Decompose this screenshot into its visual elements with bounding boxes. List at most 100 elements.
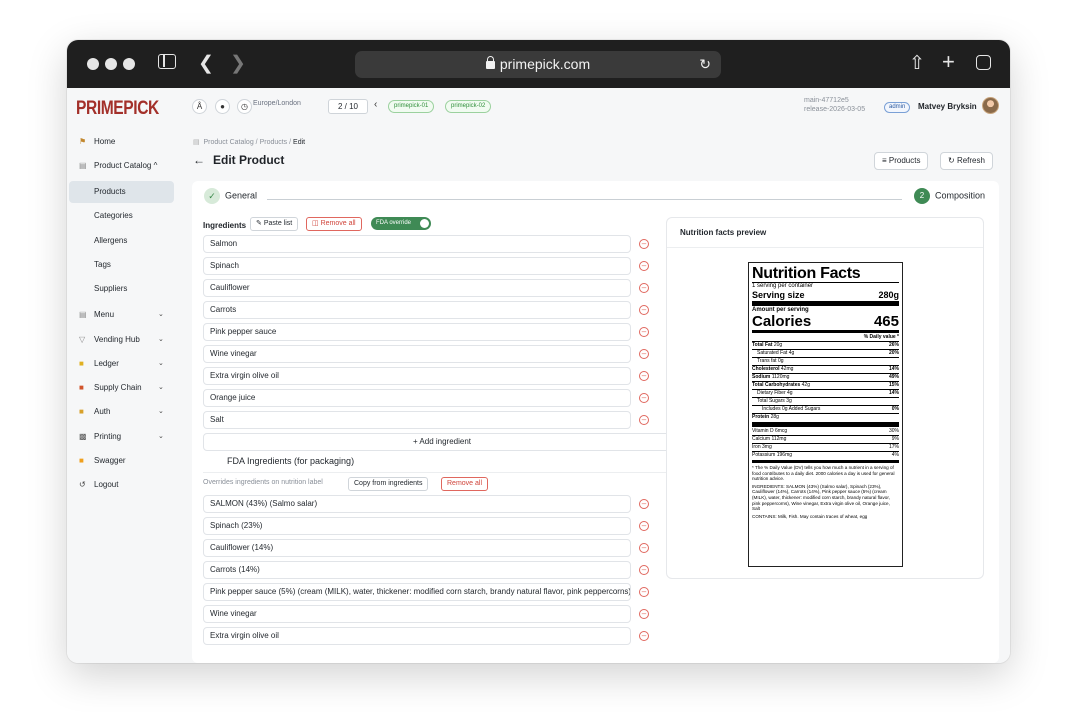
page-counter[interactable]: 2 / 10 [328,99,368,114]
nf-row: Trans fat 0g [752,357,899,365]
sidebar-item-allergens[interactable]: Allergens [94,236,127,245]
sidebar-item-menu[interactable]: ▤ Menu ⌄ [79,310,164,319]
chevron-down-icon: ⌄ [158,433,164,440]
app-logo[interactable]: PRIMEPICK [76,98,159,120]
back-icon[interactable]: ❮ [198,53,214,75]
trash-icon: ◫ [312,220,319,227]
nf-row: Total Sugars 3g [752,397,899,405]
remove-circle-icon[interactable]: – [639,415,649,425]
chevron-left-icon[interactable]: ‹ [374,99,377,110]
sidebar-item-categories[interactable]: Categories [94,211,133,220]
sidebar-toggle-icon[interactable] [158,54,176,69]
remove-circle-icon[interactable]: – [639,305,649,315]
reload-icon[interactable]: ↻ [699,51,711,78]
sidebar-item-printing[interactable]: ▩ Printing ⌄ [79,432,164,441]
remove-circle-icon[interactable]: – [639,283,649,293]
pencil-icon: ✎ [256,220,262,227]
env-chip-1[interactable]: primepick-01 [388,100,435,113]
user-name[interactable]: Matvey Bryksin [918,102,977,111]
user-switch-icon[interactable]: Å [192,99,207,114]
breadcrumb-products[interactable]: Products [260,139,288,146]
clock-icon[interactable]: ◷ [237,99,252,114]
sidebar-item-product-catalog[interactable]: ▤ Product Catalog ^ [79,161,157,170]
sidebar-item-ledger[interactable]: ■ Ledger ⌄ [79,359,164,368]
remove-circle-icon[interactable]: – [639,371,649,381]
sidebar-item-products[interactable]: Products [94,187,126,196]
remove-circle-icon[interactable]: – [639,349,649,359]
add-ingredient-button[interactable]: + Add ingredient [203,433,681,451]
remove-circle-icon[interactable]: – [639,393,649,403]
fda-ingredient-input[interactable]: Carrots (14%) [203,561,631,579]
fda-ingredient-input[interactable]: Pink pepper sauce (5%) (cream (MILK), wa… [203,583,631,601]
sidebar-item-vending-hub[interactable]: ▽ Vending Hub ⌄ [79,335,164,344]
vending-icon: ▽ [79,335,86,344]
preview-title: Nutrition facts preview [680,228,767,237]
tab-overview-icon[interactable] [976,55,991,70]
env-chip-2[interactable]: primepick-02 [445,100,492,113]
step-composition[interactable]: 2 Composition [914,188,985,204]
fda-ingredient-input[interactable]: Extra virgin olive oil [203,627,631,645]
sidebar-item-swagger[interactable]: ■ Swagger [79,456,126,465]
sidebar-item-suppliers[interactable]: Suppliers [94,284,127,293]
ingredient-input[interactable]: Salt [203,411,631,429]
sidebar-item-auth[interactable]: ■ Auth ⌄ [79,407,164,416]
nf-row: Protein 28g [752,413,899,421]
sidebar-item-supply-chain[interactable]: ■ Supply Chain ⌄ [79,383,164,392]
new-tab-icon[interactable]: + [942,51,955,73]
fda-ingredient-input[interactable]: SALMON (43%) (Salmo salar) [203,495,631,513]
paste-list-button[interactable]: ✎ Paste list [250,217,299,231]
menu-icon: ▤ [79,310,87,319]
ingredient-input[interactable]: Orange juice [203,389,631,407]
fda-override-toggle[interactable]: FDA override [371,217,431,230]
sidebar-item-home[interactable]: ⚑ Home [79,137,115,146]
close-window-button[interactable] [87,58,99,70]
step-general[interactable]: ✓ General [204,188,257,204]
sidebar-item-tags[interactable]: Tags [94,260,111,269]
remove-circle-icon[interactable]: – [639,609,649,619]
forward-icon[interactable]: ❯ [230,53,246,75]
remove-all-fda-button[interactable]: Remove all [441,477,489,491]
copy-from-ingredients-button[interactable]: Copy from ingredients [348,477,429,491]
fda-ingredient-input[interactable]: Wine vinegar [203,605,631,623]
sidebar-item-logout[interactable]: ↺ Logout [79,480,118,489]
avatar[interactable] [982,97,999,114]
remove-circle-icon[interactable]: – [639,327,649,337]
remove-circle-icon[interactable]: – [639,565,649,575]
remove-circle-icon[interactable]: – [639,587,649,597]
divider [203,472,681,473]
remove-circle-icon[interactable]: – [639,261,649,271]
ledger-icon: ■ [79,359,84,368]
products-button[interactable]: ≡ Products [874,152,929,170]
nf-footnote: * The % Daily Value (DV) tells you how m… [752,465,895,482]
minimize-window-button[interactable] [105,58,117,70]
globe-icon[interactable]: ● [215,99,230,114]
ingredient-input[interactable]: Extra virgin olive oil [203,367,631,385]
ingredient-input[interactable]: Pink pepper sauce [203,323,631,341]
nutrition-facts-label: Nutrition Facts 1 serving per container … [748,262,903,567]
remove-circle-icon[interactable]: – [639,543,649,553]
nf-ingredients: INGREDIENTS: SALMON (43%) (Salmo salar),… [752,483,890,512]
ingredient-input[interactable]: Spinach [203,257,631,275]
address-bar[interactable]: primepick.com ↻ [355,51,721,78]
share-icon[interactable]: ⇧ [909,53,925,75]
zoom-window-button[interactable] [123,58,135,70]
remove-circle-icon[interactable]: – [639,631,649,641]
chevron-down-icon: ⌄ [158,408,164,415]
fda-ingredient-input[interactable]: Spinach (23%) [203,517,631,535]
nf-vitamin-row: Potassium 196mg 4% [752,451,899,458]
fda-ingredient-input[interactable]: Cauliflower (14%) [203,539,631,557]
lock-icon [485,56,495,69]
refresh-button[interactable]: ↻ Refresh [940,152,993,170]
ingredient-input[interactable]: Wine vinegar [203,345,631,363]
remove-circle-icon[interactable]: – [639,239,649,249]
fda-note: Overrides ingredients on nutrition label [203,479,323,486]
ingredient-input[interactable]: Salmon [203,235,631,253]
remove-circle-icon[interactable]: – [639,499,649,509]
remove-circle-icon[interactable]: – [639,521,649,531]
breadcrumb: ▤ Product Catalog / Products / Edit [193,139,306,146]
remove-all-ingredients-button[interactable]: ◫ Remove all [306,217,362,231]
ingredient-input[interactable]: Carrots [203,301,631,319]
back-arrow-icon[interactable]: ← [193,153,205,167]
ingredient-input[interactable]: Cauliflower [203,279,631,297]
breadcrumb-product-catalog[interactable]: Product Catalog [204,139,254,146]
